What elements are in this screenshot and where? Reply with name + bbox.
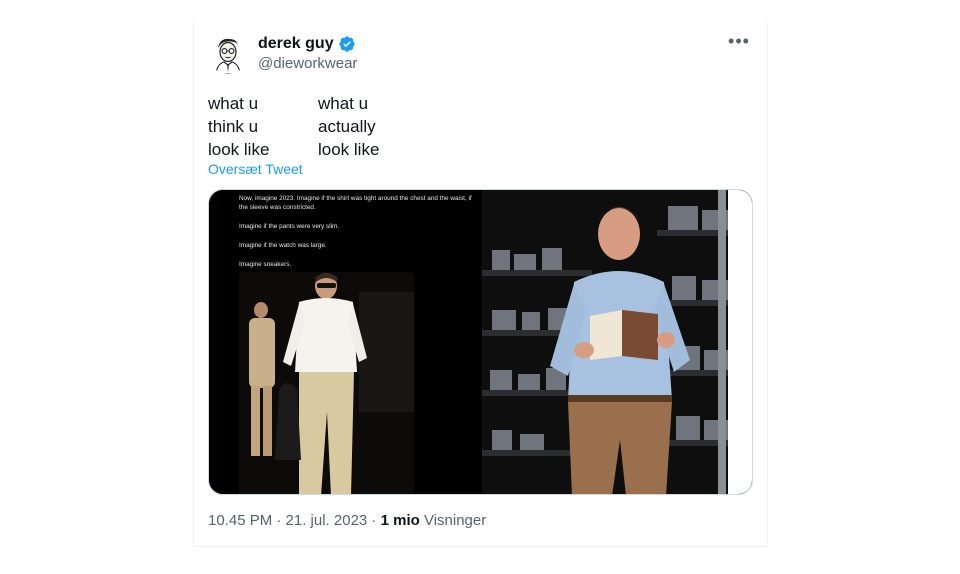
media-image-right[interactable]	[482, 190, 752, 494]
street-photo	[239, 272, 414, 494]
media-caption-line: Imagine if the watch was large.	[239, 242, 327, 249]
media-caption: Now, imagine 2023. Imagine if the shirt …	[239, 194, 475, 279]
media-caption-line: Now, imagine 2023. Imagine if the shirt …	[239, 195, 472, 211]
man-with-book-illustration	[482, 190, 752, 494]
verified-badge-icon[interactable]	[338, 35, 356, 53]
man-walking-illustration	[239, 272, 414, 494]
tweet-meta: 10.45 PM · 21. jul. 2023 · 1 mio Visning…	[208, 512, 486, 529]
translate-tweet-link[interactable]: Oversæt Tweet	[208, 161, 303, 177]
tweet-line: look like	[318, 140, 380, 159]
tweet-media[interactable]: Now, imagine 2023. Imagine if the shirt …	[208, 189, 753, 495]
tweet-line: think u	[208, 117, 259, 136]
tweet-card: derek guy @dieworkwear ••• what u think …	[193, 22, 768, 547]
media-image-left[interactable]: Now, imagine 2023. Imagine if the shirt …	[209, 190, 480, 494]
views-count: 1 mio	[380, 512, 420, 529]
tweet-left-column: what u think u look like	[208, 92, 269, 161]
tweet-line: what u	[208, 94, 259, 113]
author-handle[interactable]: @dieworkwear	[258, 55, 357, 72]
media-caption-line: Imagine sneakers.	[239, 261, 292, 268]
tweet-timestamp[interactable]: 10.45 PM · 21. jul. 2023 ·	[208, 512, 381, 529]
tweet-line: look like	[208, 140, 270, 159]
tweet-right-column: what u actually look like	[318, 92, 379, 161]
views-label: Visninger	[419, 512, 487, 529]
author-name[interactable]: derek guy	[258, 35, 334, 53]
media-caption-line: Imagine if the pants were very slim.	[239, 223, 340, 230]
more-options-icon[interactable]: •••	[725, 32, 753, 56]
avatar[interactable]	[208, 34, 248, 74]
tweet-line: what u	[318, 94, 369, 113]
avatar-illustration	[208, 34, 248, 74]
tweet-line: actually	[318, 117, 376, 136]
author-row: derek guy	[258, 35, 356, 53]
